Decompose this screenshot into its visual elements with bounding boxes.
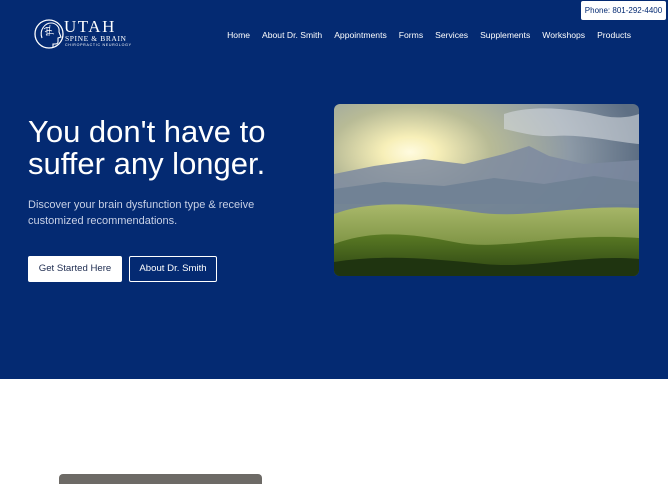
nav-item-appointments[interactable]: Appointments: [334, 29, 387, 41]
nav-item-home[interactable]: Home: [227, 29, 250, 41]
nav-item-services[interactable]: Services: [435, 29, 468, 41]
logo-subtitle: SPINE & BRAIN: [65, 34, 127, 43]
main-nav: Home About Dr. Smith Appointments Forms …: [227, 29, 631, 41]
headline-line-1: You don't have to: [28, 114, 266, 149]
section-image: [59, 474, 262, 484]
hero-section: Phone: 801-292-4400 UTAH SPINE & BRAIN C…: [0, 0, 668, 379]
logo-title: UTAH: [64, 17, 116, 36]
about-doctor-button[interactable]: About Dr. Smith: [129, 256, 217, 282]
nav-item-forms[interactable]: Forms: [399, 29, 423, 41]
site-logo[interactable]: UTAH SPINE & BRAIN CHIROPRACTIC NEUROLOG…: [34, 16, 132, 54]
get-started-button[interactable]: Get Started Here: [28, 256, 122, 282]
hero-landscape-image: [334, 104, 639, 276]
phone-number[interactable]: Phone: 801-292-4400: [581, 1, 666, 20]
logo-tagline: CHIROPRACTIC NEUROLOGY: [65, 43, 132, 47]
nav-item-about[interactable]: About Dr. Smith: [262, 29, 322, 41]
nav-item-products[interactable]: Products: [597, 29, 631, 41]
headline-line-2: suffer any longer.: [28, 146, 266, 181]
brain-head-icon: [34, 19, 64, 49]
nav-item-workshops[interactable]: Workshops: [542, 29, 585, 41]
nav-item-supplements[interactable]: Supplements: [480, 29, 530, 41]
hero-headline: You don't have to suffer any longer.: [28, 116, 328, 180]
hero-subtext: Discover your brain dysfunction type & r…: [28, 199, 255, 227]
